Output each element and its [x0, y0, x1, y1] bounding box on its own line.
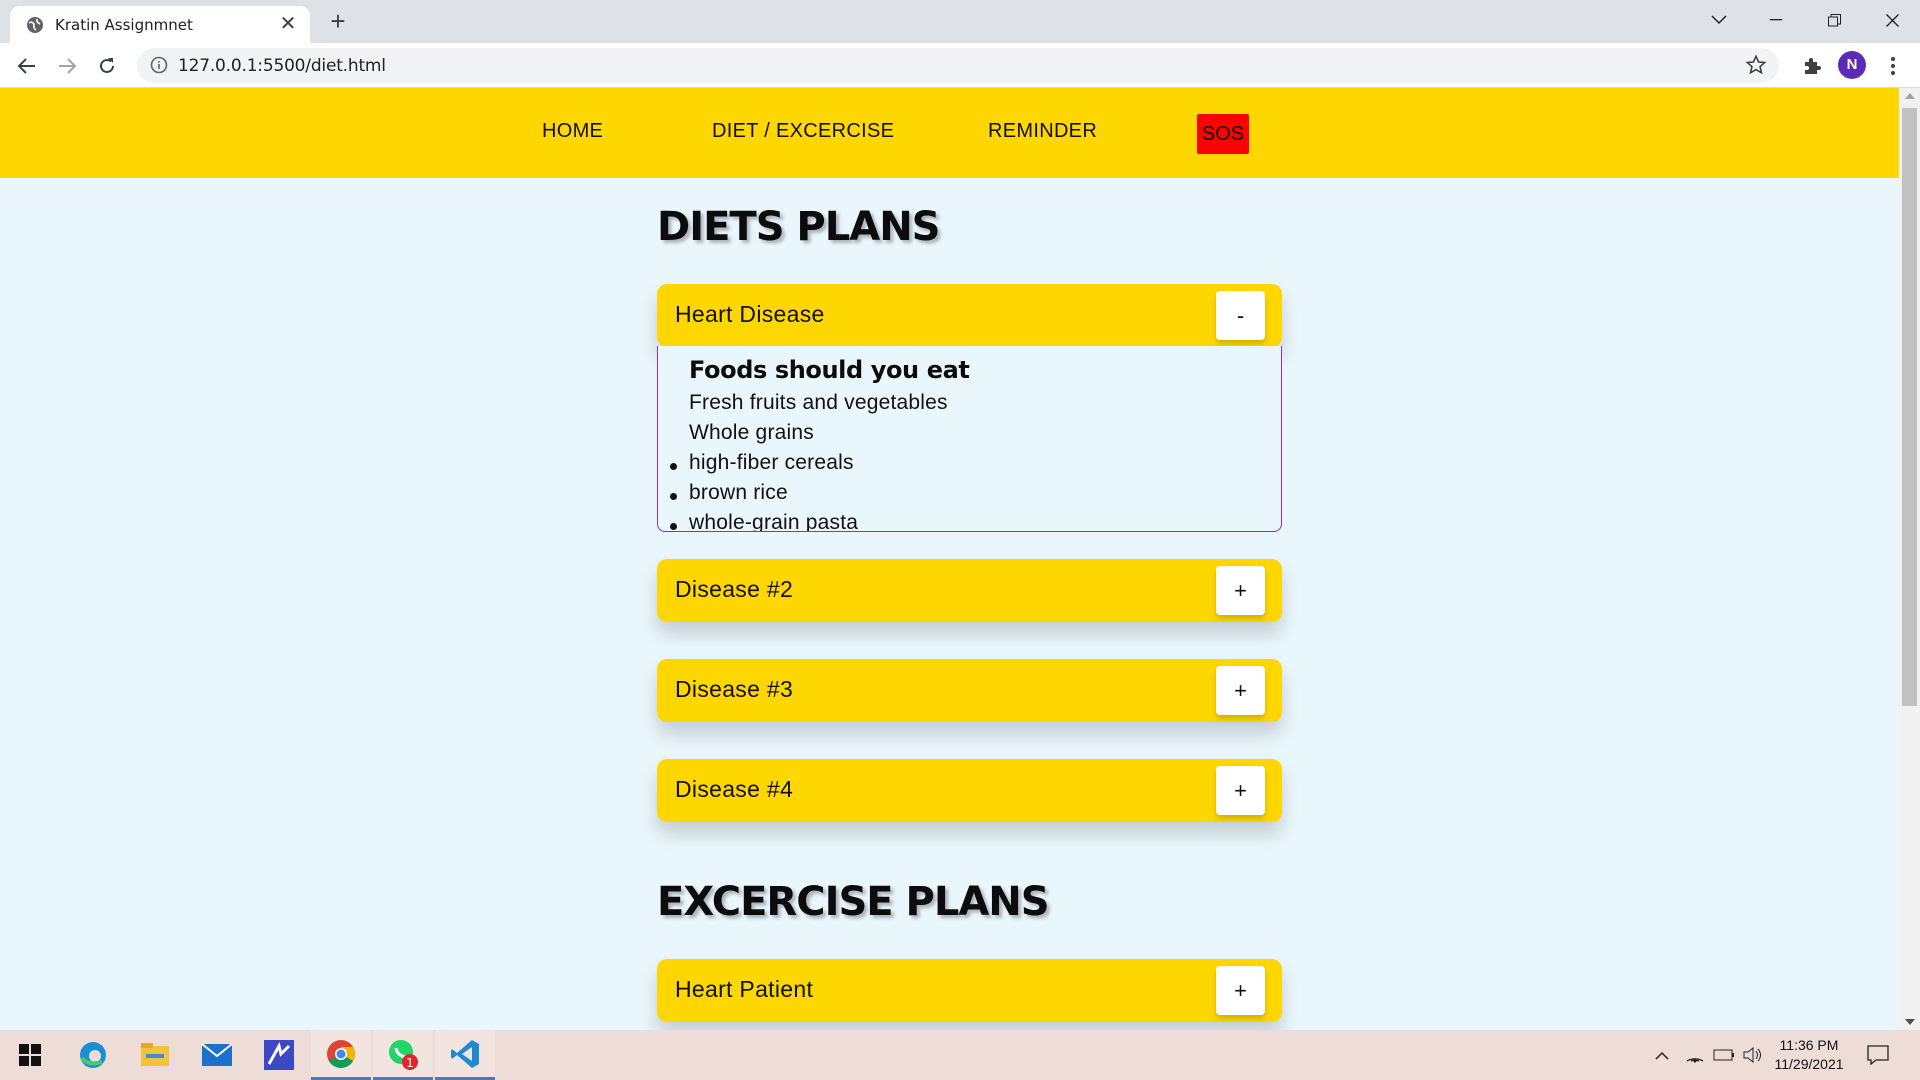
menu-kebab-icon[interactable]	[1878, 51, 1908, 81]
url-text[interactable]: 127.0.0.1:5500/diet.html	[178, 56, 386, 76]
accordion-panel-heart-disease: Foods should you eat Fresh fruits and ve…	[657, 346, 1282, 532]
volume-icon[interactable]	[1742, 1044, 1764, 1066]
nav-home-link[interactable]: HOME	[542, 120, 603, 143]
accordion-disease-3[interactable]: Disease #3 +	[657, 659, 1282, 722]
whatsapp-icon[interactable]: 1	[373, 1030, 433, 1080]
panel-bullet-item: brown rice	[689, 481, 788, 504]
address-bar[interactable]: 127.0.0.1:5500/diet.html	[137, 48, 1779, 83]
mail-icon[interactable]	[187, 1030, 247, 1080]
notification-center-icon[interactable]	[1867, 1044, 1889, 1066]
file-explorer-icon[interactable]	[125, 1030, 185, 1080]
accordion-title: Heart Patient	[675, 976, 814, 1002]
page-scrollbar[interactable]	[1899, 88, 1920, 1030]
site-navbar: HOME DIET / EXCERCISE REMINDER SOS	[0, 88, 1899, 178]
scroll-up-arrow-icon[interactable]	[1905, 93, 1915, 99]
vscode-icon[interactable]	[435, 1030, 495, 1080]
panel-bullet-item: whole-grain pasta	[689, 511, 859, 532]
extensions-puzzle-icon[interactable]	[1797, 51, 1827, 81]
reload-icon[interactable]	[92, 51, 122, 81]
bullet-marker	[670, 493, 677, 500]
nav-reminder-link[interactable]: REMINDER	[988, 120, 1097, 143]
close-tab-icon[interactable]: ✕	[276, 12, 300, 36]
system-clock[interactable]: 11:36 PM 11/29/2021	[1768, 1036, 1850, 1074]
accordion-title: Disease #3	[675, 676, 794, 702]
browser-titlebar: Kratin Assignmnet ✕ +	[0, 0, 1920, 43]
windows-taskbar: 1 11:36 PM 11/29/2021	[0, 1030, 1920, 1080]
new-tab-button[interactable]: +	[322, 6, 354, 38]
expand-button[interactable]: +	[1216, 666, 1265, 715]
globe-icon	[26, 16, 44, 34]
bullet-marker	[670, 523, 677, 530]
edge-browser-icon[interactable]	[63, 1030, 123, 1080]
panel-bullet-item: high-fiber cereals	[689, 451, 854, 474]
restore-button[interactable]	[1806, 0, 1862, 40]
accordion-disease-2[interactable]: Disease #2 +	[657, 559, 1282, 622]
kite-app-icon[interactable]	[249, 1030, 309, 1080]
expand-button[interactable]: +	[1216, 966, 1265, 1015]
collapse-button[interactable]: -	[1216, 291, 1265, 340]
accordion-title: Disease #4	[675, 776, 794, 802]
browser-toolbar: 127.0.0.1:5500/diet.html N	[0, 43, 1920, 88]
panel-heading: Foods should you eat	[689, 356, 970, 384]
clock-date: 11/29/2021	[1774, 1056, 1844, 1072]
scrollbar-thumb[interactable]	[1902, 108, 1917, 706]
expand-button[interactable]: +	[1216, 766, 1265, 815]
accordion-title: Heart Disease	[675, 301, 825, 327]
wifi-icon[interactable]	[1684, 1044, 1706, 1066]
back-arrow-icon[interactable]	[12, 51, 42, 81]
sos-button[interactable]: SOS	[1197, 114, 1249, 154]
page-viewport: HOME DIET / EXCERCISE REMINDER SOS DIETS…	[0, 88, 1899, 1030]
panel-line: Fresh fruits and vegetables	[689, 391, 948, 414]
scroll-down-arrow-icon[interactable]	[1905, 1019, 1915, 1025]
close-window-button[interactable]	[1864, 0, 1920, 40]
tab-title: Kratin Assignmnet	[55, 16, 193, 34]
browser-tab[interactable]: Kratin Assignmnet ✕	[10, 6, 310, 43]
accordion-heart-disease[interactable]: Heart Disease -	[657, 284, 1282, 347]
chevron-up-icon[interactable]	[1651, 1044, 1673, 1066]
site-info-icon[interactable]	[149, 55, 169, 75]
diet-plans-heading: DIETS PLANS	[657, 204, 940, 250]
accordion-title: Disease #2	[675, 576, 794, 602]
panel-line: Whole grains	[689, 421, 814, 444]
minimize-button[interactable]	[1748, 0, 1804, 40]
chrome-icon[interactable]	[311, 1030, 371, 1080]
clock-time: 11:36 PM	[1779, 1037, 1839, 1053]
accordion-disease-4[interactable]: Disease #4 +	[657, 759, 1282, 822]
accordion-heart-patient[interactable]: Heart Patient +	[657, 959, 1282, 1022]
tab-search-icon[interactable]	[1691, 0, 1747, 40]
expand-button[interactable]: +	[1216, 566, 1265, 615]
profile-avatar[interactable]: N	[1838, 51, 1866, 79]
windows-start-icon[interactable]	[0, 1030, 60, 1080]
whatsapp-badge: 1	[406, 1056, 414, 1070]
bookmark-star-icon[interactable]	[1745, 54, 1769, 78]
exercise-plans-heading: EXCERCISE PLANS	[657, 879, 1050, 925]
nav-diet-exercise-link[interactable]: DIET / EXCERCISE	[712, 120, 894, 143]
bullet-marker	[670, 463, 677, 470]
forward-arrow-icon[interactable]	[52, 51, 82, 81]
battery-icon[interactable]	[1713, 1044, 1735, 1066]
